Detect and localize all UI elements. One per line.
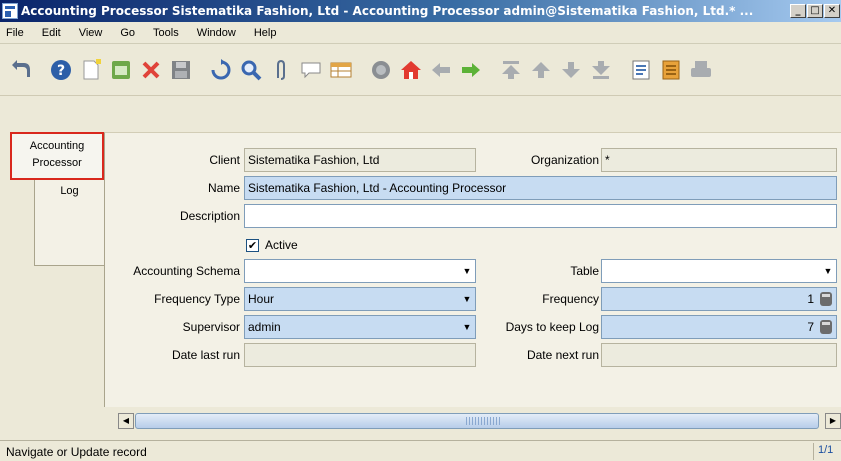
first-record-icon[interactable]: [498, 57, 524, 83]
minimize-button[interactable]: _: [790, 4, 806, 18]
scrollbar-thumb[interactable]: [135, 413, 819, 429]
refresh-icon[interactable]: [208, 57, 234, 83]
date-next-run-field: [601, 343, 837, 367]
app-icon: [2, 3, 18, 19]
toolbar: ?: [0, 44, 841, 96]
print-icon[interactable]: [688, 57, 714, 83]
window-controls: _ □ ✕: [790, 4, 840, 18]
history-icon[interactable]: [368, 57, 394, 83]
report-icon[interactable]: [628, 57, 654, 83]
back-icon[interactable]: [428, 57, 454, 83]
tab-log-label: Log: [60, 185, 79, 197]
status-bar: Navigate or Update record 1/1: [0, 440, 841, 461]
scroll-left-icon[interactable]: ◀: [118, 413, 134, 429]
new-record-icon[interactable]: [78, 57, 104, 83]
date-last-run-label: Date last run: [171, 348, 240, 362]
chevron-down-icon[interactable]: ▼: [459, 260, 475, 282]
copy-record-icon[interactable]: [108, 57, 134, 83]
frequency-type-label: Frequency Type: [154, 292, 240, 306]
active-label: Active: [265, 238, 298, 252]
supervisor-label: Supervisor: [182, 320, 240, 334]
menu-file[interactable]: File: [6, 27, 24, 39]
menu-window[interactable]: Window: [197, 27, 236, 39]
find-icon[interactable]: [238, 57, 264, 83]
scroll-right-icon[interactable]: ▶: [825, 413, 841, 429]
menu-view[interactable]: View: [79, 27, 103, 39]
svg-text:?: ?: [57, 63, 65, 79]
accounting-schema-label: Accounting Schema: [133, 264, 240, 278]
description-field[interactable]: [244, 204, 837, 228]
maximize-button[interactable]: □: [807, 4, 823, 18]
next-record-icon[interactable]: [558, 57, 584, 83]
record-form: Client Sistematika Fashion, Ltd Organiza…: [104, 132, 841, 407]
supervisor-value: admin: [248, 320, 281, 334]
close-button[interactable]: ✕: [824, 4, 840, 18]
organization-field: *: [601, 148, 837, 172]
menu-bar: File Edit View Go Tools Window Help: [0, 22, 841, 44]
delete-icon[interactable]: [138, 57, 164, 83]
client-field: Sistematika Fashion, Ltd: [244, 148, 476, 172]
name-label: Name: [207, 181, 240, 195]
frequency-type-select[interactable]: Hour ▼: [244, 287, 476, 311]
tab-panel: Log Accounting Processor: [0, 96, 112, 436]
accounting-schema-select[interactable]: ▼: [244, 259, 476, 283]
home-icon[interactable]: [398, 57, 424, 83]
description-label: Description: [179, 209, 240, 223]
window-title: Accounting Processor Sistematika Fashion…: [21, 4, 754, 18]
date-last-run-field: [244, 343, 476, 367]
tab-accounting-processor[interactable]: Accounting Processor: [10, 132, 104, 180]
attachment-icon[interactable]: [268, 57, 294, 83]
frequency-label: Frequency: [542, 292, 599, 306]
table-select[interactable]: ▼: [601, 259, 837, 283]
table-label: Table: [570, 264, 599, 278]
last-record-icon[interactable]: [588, 57, 614, 83]
menu-edit[interactable]: Edit: [42, 27, 61, 39]
supervisor-select[interactable]: admin ▼: [244, 315, 476, 339]
chevron-down-icon[interactable]: ▼: [459, 288, 475, 310]
archive-icon[interactable]: [658, 57, 684, 83]
status-text: Navigate or Update record: [6, 445, 147, 459]
days-to-keep-log-field[interactable]: 7: [601, 315, 837, 339]
days-to-keep-log-value: 7: [807, 320, 814, 334]
calculator-icon[interactable]: [820, 320, 832, 334]
save-icon[interactable]: [168, 57, 194, 83]
forward-icon[interactable]: [458, 57, 484, 83]
frequency-field[interactable]: 1: [601, 287, 837, 311]
days-to-keep-log-label: Days to keep Log: [505, 320, 599, 334]
title-bar: Accounting Processor Sistematika Fashion…: [0, 0, 841, 22]
frequency-value: 1: [807, 292, 814, 306]
chevron-down-icon[interactable]: ▼: [820, 260, 836, 282]
menu-go[interactable]: Go: [120, 27, 135, 39]
grid-toggle-icon[interactable]: [328, 57, 354, 83]
client-label: Client: [209, 153, 240, 167]
frequency-type-value: Hour: [248, 292, 275, 306]
tab-accounting-processor-label: Accounting Processor: [29, 140, 85, 169]
record-counter[interactable]: 1/1: [813, 443, 841, 460]
previous-record-icon[interactable]: [528, 57, 554, 83]
horizontal-scrollbar[interactable]: ◀ ▶: [118, 412, 841, 430]
scrollbar-grip: [466, 417, 500, 425]
active-checkbox[interactable]: ✔: [246, 239, 259, 252]
undo-icon[interactable]: [8, 57, 34, 83]
menu-tools[interactable]: Tools: [153, 27, 179, 39]
name-field[interactable]: Sistematika Fashion, Ltd - Accounting Pr…: [244, 176, 837, 200]
chevron-down-icon[interactable]: ▼: [459, 316, 475, 338]
chat-icon[interactable]: [298, 57, 324, 83]
organization-label: Organization: [530, 153, 599, 167]
date-next-run-label: Date next run: [526, 348, 599, 362]
menu-help[interactable]: Help: [254, 27, 277, 39]
calculator-icon[interactable]: [820, 292, 832, 306]
help-icon[interactable]: ?: [48, 57, 74, 83]
